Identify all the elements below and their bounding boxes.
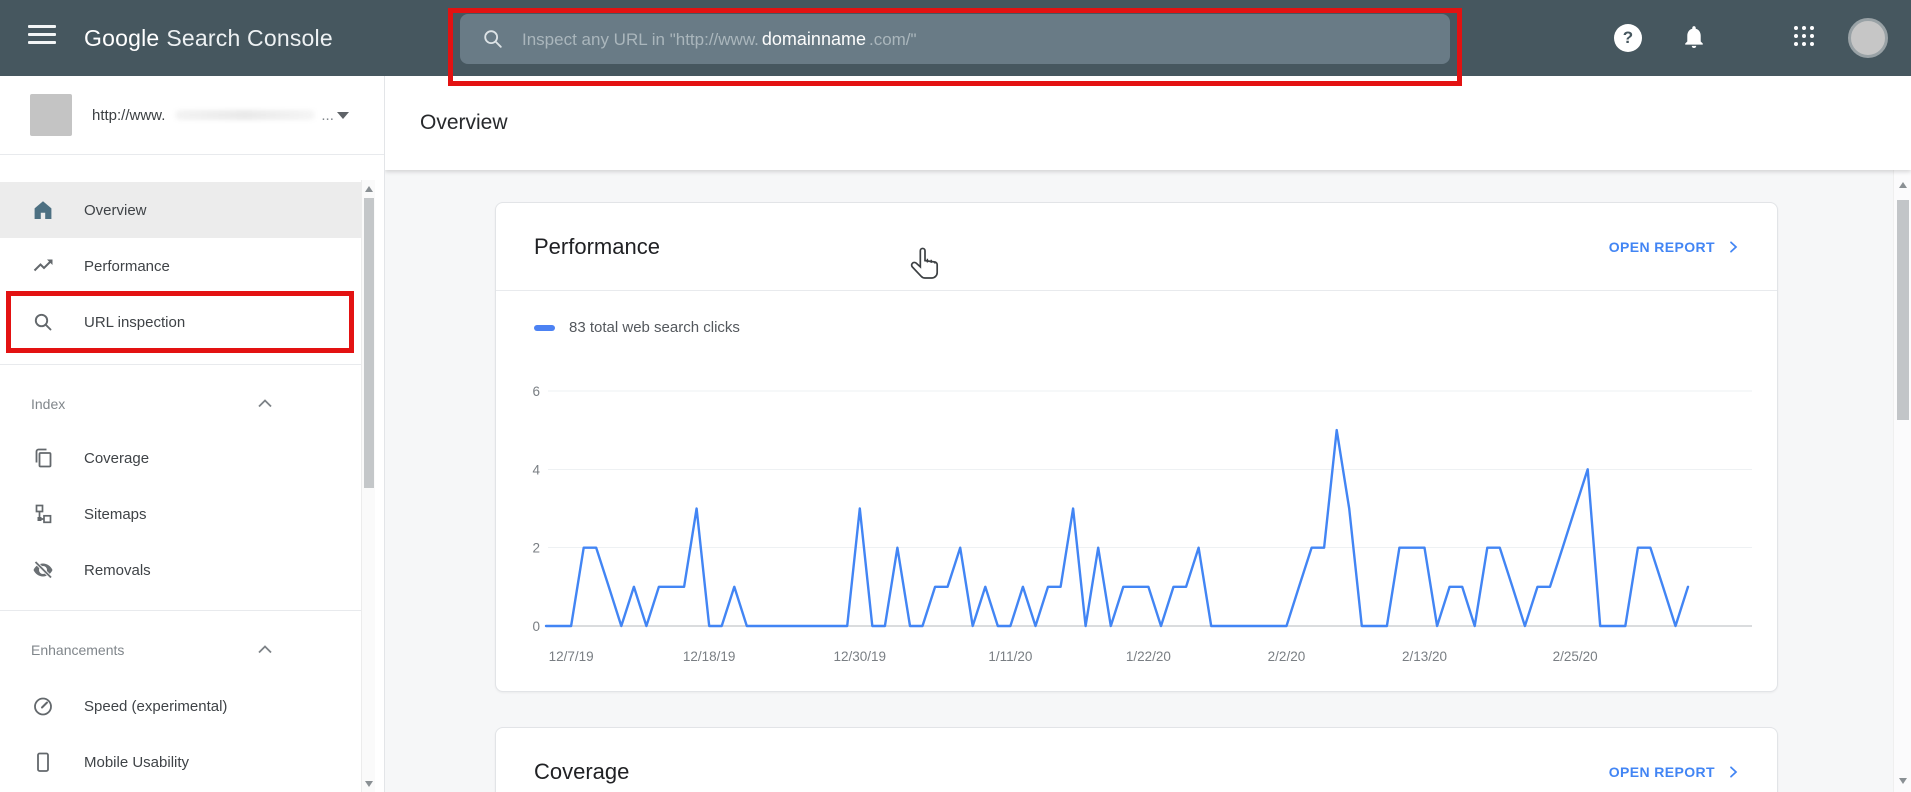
svg-text:4: 4 <box>532 462 540 477</box>
notifications-bell-icon[interactable] <box>1681 23 1707 51</box>
sidebar-scrollbar[interactable] <box>361 180 375 792</box>
property-url-ellipsis: ... <box>321 106 334 124</box>
performance-card-header: Performance OPEN REPORT <box>496 203 1777 291</box>
svg-text:12/30/19: 12/30/19 <box>833 649 886 664</box>
property-selector[interactable]: http://www. ... <box>0 76 384 155</box>
sidebar: http://www. ... Overview Performance URL… <box>0 76 385 792</box>
property-url-redacted <box>175 110 316 120</box>
scroll-up-arrow-icon[interactable] <box>365 186 373 192</box>
content-area: Performance OPEN REPORT 83 total web sea… <box>385 170 1911 792</box>
eye-off-icon <box>31 558 55 582</box>
top-app-bar: Google Search Console Inspect any URL in… <box>0 0 1911 86</box>
sidebar-divider <box>0 610 361 611</box>
hamburger-menu-icon[interactable] <box>28 25 56 51</box>
url-inspection-search-input[interactable]: Inspect any URL in "http://www. domainnam… <box>460 14 1450 64</box>
card-title: Coverage <box>534 759 630 784</box>
home-icon <box>31 198 55 222</box>
chevron-up-icon <box>254 393 276 415</box>
open-report-label: OPEN REPORT <box>1608 764 1715 780</box>
coverage-card: Coverage OPEN REPORT <box>495 727 1778 792</box>
logo-google-text: Google <box>84 24 160 51</box>
sidebar-item-label: Coverage <box>84 449 150 467</box>
search-placeholder: Inspect any URL in "http://www. domainnam… <box>522 29 917 50</box>
chevron-right-icon <box>1730 766 1738 778</box>
page-title: Overview <box>420 111 508 134</box>
performance-card: Performance OPEN REPORT 83 total web sea… <box>495 202 1778 692</box>
speedometer-icon <box>31 694 55 718</box>
pages-copy-icon <box>31 446 55 470</box>
sidebar-item-label: URL inspection <box>84 313 186 331</box>
account-avatar[interactable] <box>1848 18 1888 58</box>
sitemap-tree-icon <box>31 502 55 526</box>
smartphone-icon <box>31 750 55 774</box>
page-scrollbar[interactable] <box>1893 170 1911 792</box>
help-icon[interactable]: ? <box>1614 24 1642 52</box>
coverage-card-header: Coverage OPEN REPORT <box>496 728 1777 792</box>
chart-legend: 83 total web search clicks <box>534 319 740 336</box>
sidebar-item-removals[interactable]: Removals <box>0 542 361 598</box>
app-logo: Google Search Console <box>84 0 333 76</box>
page-scrollbar-thumb[interactable] <box>1897 200 1909 420</box>
svg-text:12/18/19: 12/18/19 <box>683 649 736 664</box>
search-placeholder-domain: domainname <box>761 28 866 49</box>
scroll-up-arrow-icon[interactable] <box>1899 182 1907 188</box>
sidebar-item-label: Sitemaps <box>84 505 147 523</box>
property-url: http://www. <box>92 106 166 124</box>
main-area: Overview Performance OPEN REPORT 83 tota <box>385 76 1911 792</box>
sidebar-item-overview[interactable]: Overview <box>0 182 361 238</box>
legend-label: 83 total web search clicks <box>569 319 740 336</box>
open-report-link-coverage[interactable]: OPEN REPORT <box>1609 764 1741 780</box>
sidebar-divider <box>0 364 361 365</box>
open-report-link-performance[interactable]: OPEN REPORT <box>1609 239 1741 255</box>
sidebar-item-speed[interactable]: Speed (experimental) <box>0 678 361 734</box>
section-label-text: Index <box>31 396 66 412</box>
svg-text:2: 2 <box>532 541 540 556</box>
sidebar-item-label: Performance <box>84 257 170 275</box>
magnifier-icon <box>31 310 55 334</box>
sidebar-item-mobile-usability[interactable]: Mobile Usability <box>0 734 361 790</box>
section-header-index[interactable]: Index <box>31 388 331 420</box>
scroll-down-arrow-icon[interactable] <box>1899 778 1907 784</box>
search-placeholder-suffix: .com/" <box>868 29 917 49</box>
sidebar-item-label: Mobile Usability <box>84 753 190 771</box>
svg-text:0: 0 <box>532 619 540 634</box>
chevron-up-icon <box>254 639 276 661</box>
property-favicon-placeholder <box>30 94 72 136</box>
card-title: Performance <box>534 233 660 259</box>
svg-text:2/25/20: 2/25/20 <box>1553 649 1598 664</box>
sidebar-item-sitemaps[interactable]: Sitemaps <box>0 486 361 542</box>
page-header: Overview <box>385 76 1911 170</box>
sidebar-item-performance[interactable]: Performance <box>0 238 361 294</box>
chevron-right-icon <box>1730 240 1738 253</box>
svg-text:2/13/20: 2/13/20 <box>1402 649 1447 664</box>
search-icon <box>484 30 502 48</box>
svg-text:1/11/20: 1/11/20 <box>988 649 1032 664</box>
legend-dash-icon <box>534 324 555 331</box>
svg-text:12/7/19: 12/7/19 <box>549 649 594 664</box>
google-apps-grid-icon[interactable] <box>1794 26 1818 50</box>
svg-text:6: 6 <box>532 384 540 399</box>
open-report-label: OPEN REPORT <box>1608 238 1715 255</box>
section-label-text: Enhancements <box>31 642 125 658</box>
chevron-down-icon <box>337 111 349 119</box>
sidebar-item-label: Speed (experimental) <box>84 697 228 715</box>
logo-product-text: Search Console <box>166 24 333 51</box>
performance-chart: 0 2 4 6 12/7/19 12/18/19 12/30/19 1/11/20 1/22/2… <box>532 384 1752 664</box>
sidebar-item-label: Overview <box>84 201 147 219</box>
sidebar-item-url-inspection[interactable]: URL inspection <box>0 294 361 350</box>
sidebar-item-label: Removals <box>84 561 151 579</box>
trending-up-icon <box>31 254 55 278</box>
search-placeholder-prefix: Inspect any URL in "http://www. <box>522 29 759 49</box>
sidebar-scrollbar-thumb[interactable] <box>364 198 374 488</box>
svg-text:1/22/20: 1/22/20 <box>1126 649 1171 664</box>
sidebar-item-coverage[interactable]: Coverage <box>0 430 361 486</box>
scroll-down-arrow-icon[interactable] <box>365 781 373 787</box>
google-search-console-app: Google Search Console Inspect any URL in… <box>0 0 1911 792</box>
svg-text:2/2/20: 2/2/20 <box>1268 649 1306 664</box>
section-header-enhancements[interactable]: Enhancements <box>31 634 331 666</box>
